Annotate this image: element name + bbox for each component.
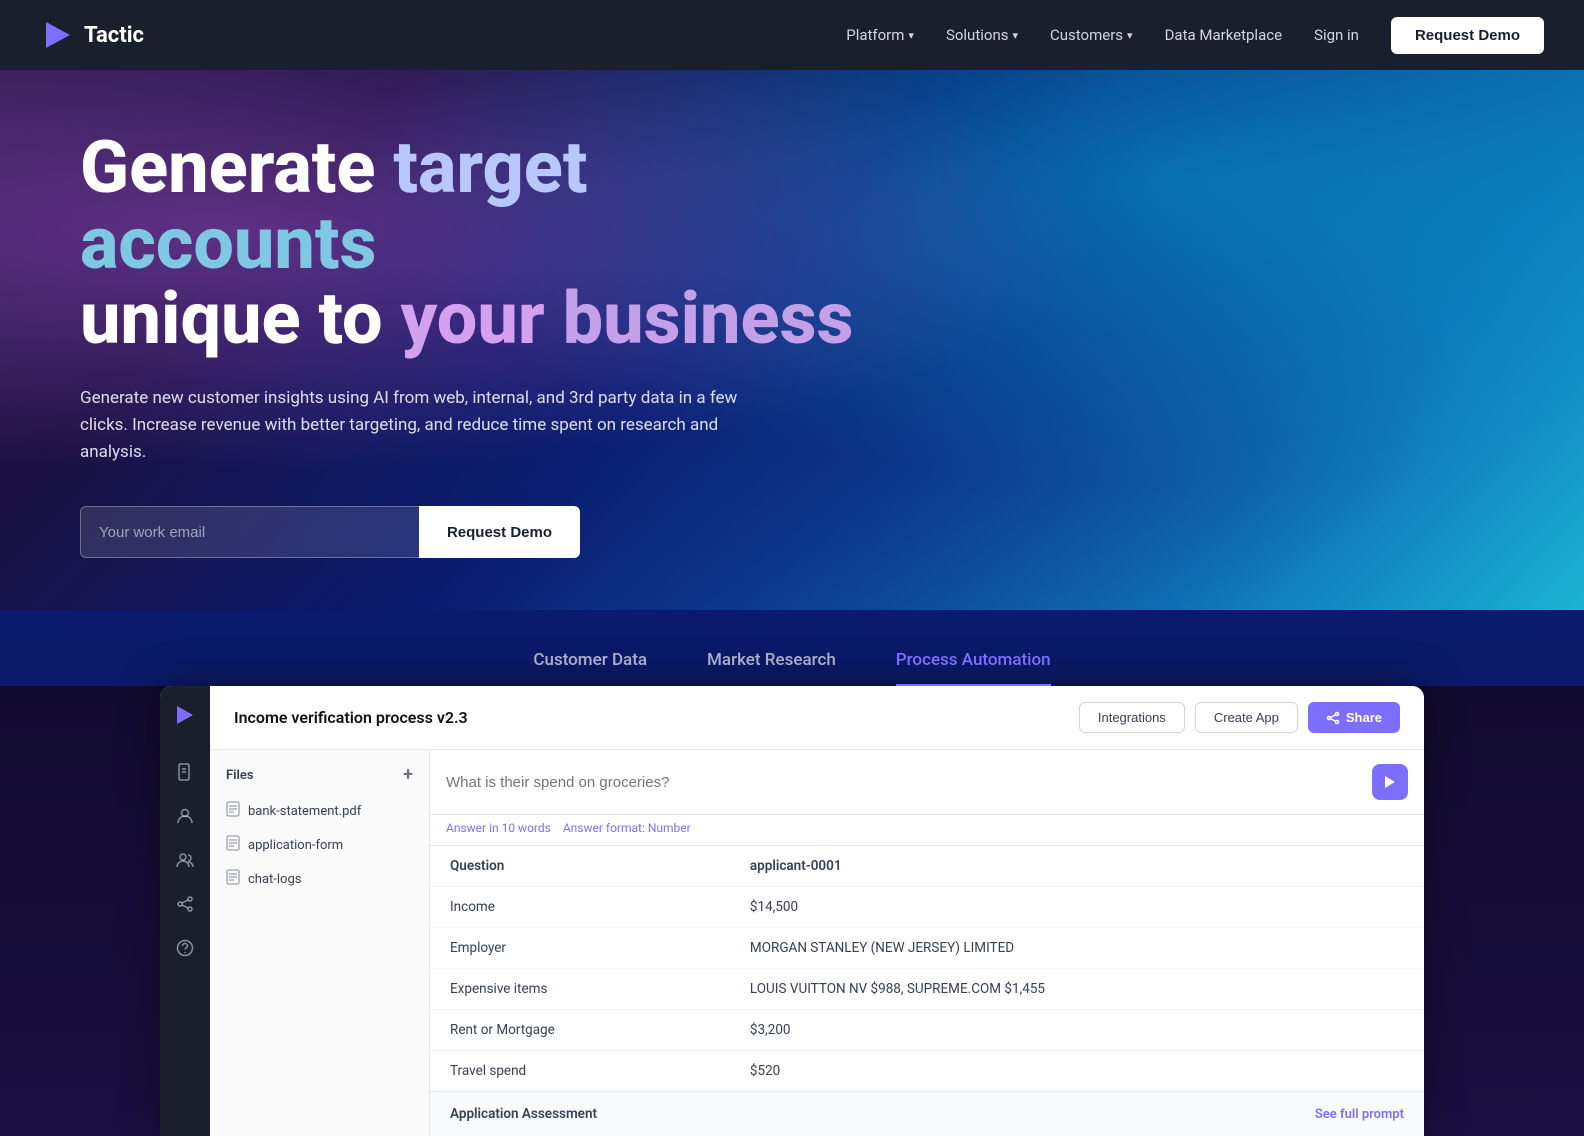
hero-content: Generate target accounts unique to your … [80, 130, 880, 558]
file-icon [226, 835, 240, 855]
tab-customer-data[interactable]: Customer Data [533, 650, 647, 686]
table-cell-value: LOUIS VUITTON NV $988, SUPREME.COM $1,45… [730, 969, 1424, 1010]
table-row: Income$14,500 [430, 887, 1424, 928]
col-question: Question [430, 846, 730, 887]
assessment-label: Application Assessment [450, 1106, 597, 1122]
app-panel: Income verification process v2.3 Integra… [160, 686, 1424, 1136]
file-item[interactable]: chat-logs [210, 862, 429, 896]
hero-subtitle: Generate new customer insights using AI … [80, 385, 760, 467]
table-cell-value: $520 [730, 1051, 1424, 1092]
table-cell-label: Travel spend [430, 1051, 730, 1092]
app-main: Income verification process v2.3 Integra… [210, 686, 1424, 1136]
integrations-button[interactable]: Integrations [1079, 702, 1185, 733]
chevron-down-icon: ▾ [1012, 29, 1018, 42]
table-cell-label: Rent or Mortgage [430, 1010, 730, 1051]
logo-text: Tactic [84, 23, 144, 48]
file-name: bank-statement.pdf [248, 804, 361, 819]
sidebar-help-icon[interactable] [176, 939, 194, 961]
table-cell-label: Income [430, 887, 730, 928]
tabs-section: Customer Data Market Research Process Au… [0, 610, 1584, 1136]
query-run-button[interactable] [1372, 764, 1408, 800]
panel-body: Files + bank-statement.pdf [210, 750, 1424, 1136]
nav-links: Platform ▾ Solutions ▾ Customers ▾ Data … [846, 17, 1544, 54]
table-row: EmployerMORGAN STANLEY (NEW JERSEY) LIMI… [430, 928, 1424, 969]
col-applicant: applicant-0001 [730, 846, 1424, 887]
data-table: Question applicant-0001 Income$14,500Emp… [430, 846, 1424, 1091]
tab-process-automation[interactable]: Process Automation [896, 650, 1051, 686]
see-full-prompt[interactable]: See full prompt [1315, 1107, 1404, 1122]
email-input[interactable] [80, 506, 419, 558]
table-row: Rent or Mortgage$3,200 [430, 1010, 1424, 1051]
query-input-row [430, 750, 1424, 815]
table-cell-value: $14,500 [730, 887, 1424, 928]
sidebar-share-icon[interactable] [176, 895, 194, 917]
query-input[interactable] [446, 774, 1362, 791]
hero-cta-button[interactable]: Request Demo [419, 506, 580, 558]
file-name: application-form [248, 838, 343, 853]
create-app-button[interactable]: Create App [1195, 702, 1298, 733]
files-header: Files + [210, 766, 429, 794]
tab-market-research[interactable]: Market Research [707, 650, 836, 686]
chevron-down-icon: ▾ [908, 29, 914, 42]
app-sidebar [160, 686, 210, 1136]
file-icon [226, 801, 240, 821]
file-item[interactable]: application-form [210, 828, 429, 862]
logo[interactable]: Tactic [40, 18, 144, 52]
table-cell-label: Expensive items [430, 969, 730, 1010]
files-panel: Files + bank-statement.pdf [210, 750, 430, 1136]
panel-header: Income verification process v2.3 Integra… [210, 686, 1424, 750]
hint-format[interactable]: Answer format: Number [563, 821, 691, 835]
nav-customers[interactable]: Customers ▾ [1050, 26, 1133, 44]
sidebar-file-icon[interactable] [176, 763, 194, 785]
file-item[interactable]: bank-statement.pdf [210, 794, 429, 828]
sidebar-logo-icon [174, 704, 196, 731]
hero-section: Generate target accounts unique to your … [0, 70, 1584, 610]
tabs-bar: Customer Data Market Research Process Au… [0, 650, 1584, 686]
files-add-button[interactable]: + [403, 766, 413, 784]
hero-title: Generate target accounts unique to your … [80, 130, 880, 357]
table-row: Expensive itemsLOUIS VUITTON NV $988, SU… [430, 969, 1424, 1010]
panel-actions: Integrations Create App Share [1079, 702, 1400, 733]
table-cell-label: Employer [430, 928, 730, 969]
files-label: Files [226, 768, 254, 783]
panel-title: Income verification process v2.3 [234, 708, 1079, 727]
hint-words[interactable]: Answer in 10 words [446, 821, 551, 835]
share-button[interactable]: Share [1308, 702, 1400, 733]
hero-form: Request Demo [80, 506, 580, 558]
table-row: Travel spend$520 [430, 1051, 1424, 1092]
share-label: Share [1346, 710, 1382, 725]
navbar: Tactic Platform ▾ Solutions ▾ Customers … [0, 0, 1584, 70]
file-name: chat-logs [248, 872, 301, 887]
app-panel-wrapper: Income verification process v2.3 Integra… [0, 686, 1584, 1136]
nav-data-marketplace[interactable]: Data Marketplace [1165, 26, 1282, 44]
hero-title-line1: Generate target accounts [80, 125, 587, 286]
nav-signin[interactable]: Sign in [1314, 26, 1359, 44]
app-assessment-row: Application Assessment See full prompt [430, 1091, 1424, 1136]
sidebar-user-icon[interactable] [176, 807, 194, 829]
table-cell-value: MORGAN STANLEY (NEW JERSEY) LIMITED [730, 928, 1424, 969]
sidebar-users-icon[interactable] [176, 851, 194, 873]
query-hints: Answer in 10 words Answer format: Number [430, 815, 1424, 846]
chevron-down-icon: ▾ [1127, 29, 1133, 42]
table-cell-value: $3,200 [730, 1010, 1424, 1051]
hero-title-line2: unique to your business [80, 276, 854, 361]
nav-demo-button[interactable]: Request Demo [1391, 17, 1544, 54]
nav-solutions[interactable]: Solutions ▾ [946, 26, 1018, 44]
file-icon [226, 869, 240, 889]
nav-platform[interactable]: Platform ▾ [846, 26, 914, 44]
query-area: Answer in 10 words Answer format: Number… [430, 750, 1424, 1136]
